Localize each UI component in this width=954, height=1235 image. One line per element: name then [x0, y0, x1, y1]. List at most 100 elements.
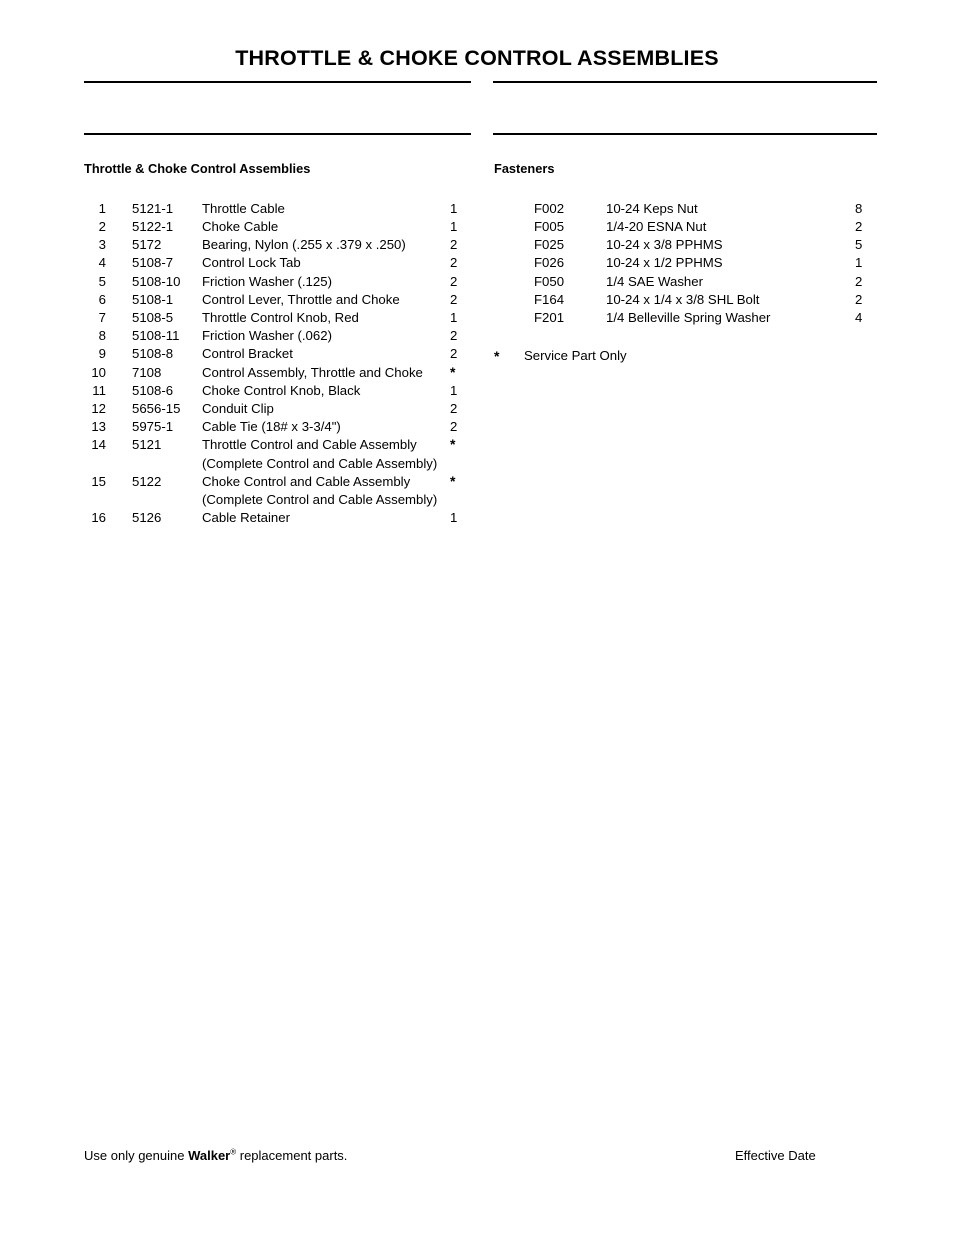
row-description: 1/4 SAE Washer [606, 273, 855, 291]
row-description: Throttle Control and Cable Assembly (Comp… [202, 436, 450, 472]
row-description: 1/4-20 ESNA Nut [606, 218, 855, 236]
row-description: Cable Tie (18# x 3-3/4") [202, 418, 450, 436]
right-column: Fasteners F002 10-24 Keps Nut 8 F005 1/4-20 … [494, 162, 884, 365]
throttle-choke-parts-table: 1 5121-1 Throttle Cable 1 2 5122-1 Choke Cable… [84, 200, 470, 528]
row-description: Control Lock Tab [202, 254, 450, 272]
row-part-number: 5122 [132, 473, 162, 489]
row-description-line: Throttle Cable [202, 200, 285, 216]
row-description-line: Control Lock Tab [202, 255, 301, 271]
row-item-number: 3 [98, 237, 106, 253]
service-part-asterisk-icon: * [450, 472, 456, 489]
row-part-number: 5656-15 [132, 401, 181, 417]
row-quantity: 2 [450, 273, 458, 289]
row-part-number: F201 [534, 310, 565, 326]
row-part-number: 5122-1 [132, 219, 174, 234]
row-part-number: 5121 [132, 437, 162, 453]
row-part-number: 5121-1 [132, 200, 174, 216]
page-footer: Use only genuine Walker® replacement par… [0, 1146, 954, 1166]
row-part-number: F025 [534, 237, 565, 253]
row-description-line: 1/4 SAE Washer [606, 273, 703, 289]
fasteners-table-body: F002 10-24 Keps Nut 8 F005 1/4-20 ESNA Nut 2 F… [494, 200, 875, 327]
row-quantity: 2 [855, 273, 863, 289]
walker-brand-name: Walker [188, 1148, 231, 1163]
row-description: Throttle Cable [202, 200, 450, 218]
row-description-line: Control Assembly, Throttle and Choke [202, 364, 423, 380]
row-description-line: Cable Tie (18# x 3-3/4") [202, 419, 341, 435]
footnote-asterisk-marker: * [494, 348, 500, 365]
table-row: 3 5172 Bearing, Nylon (.255 x .379 x .250)… [84, 236, 470, 254]
row-item-number: 11 [92, 382, 106, 398]
row-part-number: 5108-11 [132, 328, 180, 344]
row-quantity: 2 [450, 401, 458, 417]
row-quantity: 2 [855, 219, 863, 234]
row-part-number: F002 [534, 200, 565, 216]
row-quantity: 1 [450, 510, 458, 526]
table-row: 14 5121 Throttle Control and Cable Assembl… [84, 436, 470, 472]
row-description-line: 10-24 x 3/8 PPHMS [606, 237, 723, 253]
service-part-footnote: * Service Part Only [494, 347, 884, 365]
row-part-number: F050 [534, 273, 565, 289]
row-description: Choke Control and Cable Assembly (Complet… [202, 473, 450, 509]
row-quantity: 2 [450, 291, 458, 307]
row-quantity: * [450, 364, 470, 382]
row-description: 1/4 Belleville Spring Washer [606, 309, 855, 327]
table-row: 6 5108-1 Control Lever, Throttle and Choke… [84, 291, 470, 309]
row-part-number: 5108-1 [132, 291, 174, 307]
row-description: Throttle Control Knob, Red [202, 309, 450, 327]
row-item-number: 12 [91, 401, 106, 417]
notice-prefix: Use only genuine [84, 1148, 189, 1163]
row-item-number: 15 [91, 473, 106, 489]
row-description-line: Friction Washer (.125) [202, 273, 332, 289]
row-description-line: Control Bracket [202, 346, 293, 362]
table-row: F026 10-24 x 1/2 PPHMS 1 [494, 254, 875, 272]
row-quantity: 1 [450, 310, 458, 326]
table-row: 11 5108-6 Choke Control Knob, Black 1 [84, 382, 470, 400]
left-section-heading: Throttle & Choke Control Assemblies [84, 161, 311, 176]
parts-catalog-page: THROTTLE & CHOKE CONTROL ASSEMBLIES Thro… [0, 0, 954, 1235]
row-part-number: F005 [534, 219, 565, 234]
row-description-line: Cable Retainer [202, 510, 290, 526]
row-description: Choke Control Knob, Black [202, 382, 450, 400]
row-quantity: 2 [450, 346, 458, 362]
table-row: 12 5656-15 Conduit Clip 2 [84, 400, 470, 418]
fasteners-table: F002 10-24 Keps Nut 8 F005 1/4-20 ESNA Nut 2 F… [494, 200, 875, 327]
row-part-number: 5108-5 [132, 310, 174, 326]
row-description: Friction Washer (.125) [202, 273, 450, 291]
row-item-number: 5 [98, 273, 106, 289]
table-row: 10 7108 Control Assembly, Throttle and Cho… [84, 364, 470, 382]
table-row: 8 5108-11 Friction Washer (.062) 2 [84, 327, 470, 345]
effective-date-label: Effective Date [735, 1148, 816, 1163]
row-description-line: 10-24 x 1/4 x 3/8 SHL Bolt [606, 291, 760, 307]
row-item-number: 16 [91, 510, 106, 526]
row-description-line: Friction Washer (.062) [202, 328, 332, 344]
table-row: 4 5108-7 Control Lock Tab 2 [84, 254, 470, 272]
row-description: Control Assembly, Throttle and Choke [202, 364, 450, 382]
row-description-line: Choke Control Knob, Black [202, 382, 361, 398]
row-description: Choke Cable [202, 218, 450, 236]
row-description-line: 1/4 Belleville Spring Washer [606, 310, 771, 326]
row-quantity: 5 [855, 237, 863, 253]
row-part-number: 5108-10 [132, 273, 181, 289]
table-row: F005 1/4-20 ESNA Nut 2 [494, 218, 875, 236]
row-description: Friction Washer (.062) [202, 327, 450, 345]
row-item-number: 9 [98, 346, 106, 362]
row-description: 10-24 x 1/4 x 3/8 SHL Bolt [606, 291, 855, 309]
row-description-line: Conduit Clip [202, 401, 274, 417]
row-quantity: 1 [450, 200, 458, 216]
row-quantity: 2 [450, 237, 458, 253]
row-quantity: 1 [450, 382, 458, 398]
row-description: Control Lever, Throttle and Choke [202, 291, 450, 309]
divider-left-bottom [84, 133, 471, 135]
service-part-asterisk-icon: * [450, 363, 456, 380]
row-description-continued: (Complete Control and Cable Assembly) [202, 492, 438, 508]
left-column: Throttle & Choke Control Assemblies 1 512… [84, 161, 474, 528]
row-part-number: 5108-6 [132, 382, 174, 398]
row-part-number: 7108 [132, 364, 162, 380]
row-part-number: 5108-7 [132, 255, 174, 271]
genuine-parts-notice: Use only genuine Walker® replacement par… [84, 1146, 347, 1166]
row-quantity: 1 [855, 255, 863, 271]
row-quantity: 4 [855, 310, 863, 326]
table-row: 16 5126 Cable Retainer 1 [84, 509, 470, 527]
row-part-number: 5172 [132, 237, 162, 253]
service-part-asterisk-icon: * [450, 436, 456, 453]
